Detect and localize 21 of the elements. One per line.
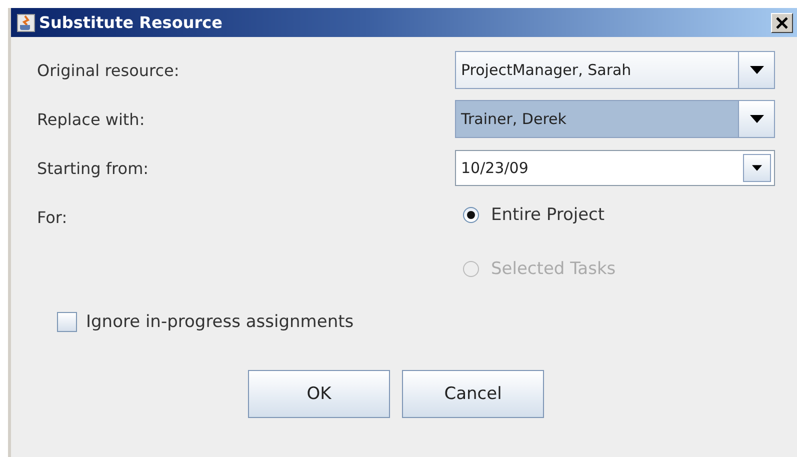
caret-icon — [750, 115, 764, 123]
field-label: For: — [37, 208, 68, 229]
close-button[interactable] — [771, 12, 793, 32]
field-label: Replace with: — [37, 110, 145, 128]
field-label: Original resource: — [37, 60, 180, 80]
field-label: Starting from: — [37, 158, 149, 178]
ignore-checkbox[interactable]: Ignore in-progress assignments — [57, 312, 354, 332]
dropdown-field[interactable]: Trainer, Derek — [455, 100, 775, 138]
caret-icon — [752, 165, 762, 171]
dropdown-field[interactable]: ProjectManager, Sarah — [455, 51, 775, 89]
dropdown-button[interactable] — [738, 101, 774, 137]
radio-option[interactable]: Entire Project — [455, 200, 775, 230]
cancel-button[interactable]: Cancel — [402, 370, 544, 418]
dropdown-button[interactable] — [738, 52, 774, 88]
coffee-cup-icon — [17, 14, 35, 32]
ok-button[interactable]: OK — [248, 370, 390, 418]
window-title: Substitute Resource — [39, 13, 222, 32]
close-icon — [776, 16, 788, 28]
dropdown-button[interactable] — [743, 154, 771, 182]
caret-icon — [750, 66, 764, 74]
dropdown-field[interactable]: 10/23/09 — [455, 150, 775, 186]
